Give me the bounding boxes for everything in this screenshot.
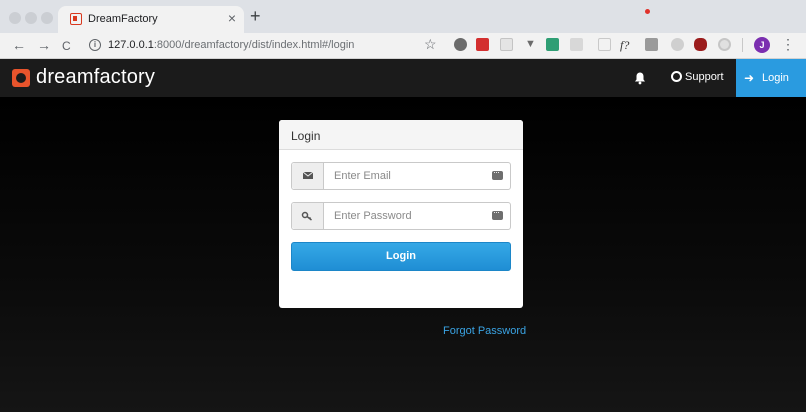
extension-square-icon[interactable] [598,38,611,51]
browser-toolbar: ← → C i 127.0.0.1:8000/dreamfactory/dist… [0,33,806,59]
login-submit-button[interactable]: Login [291,242,511,271]
extension-gear-icon[interactable] [454,38,467,51]
window-zoom-control[interactable] [41,12,53,24]
forgot-password-link[interactable]: Forgot Password [443,325,526,337]
password-input[interactable] [334,210,484,222]
notification-dot [645,9,650,14]
tab-close-icon[interactable]: × [228,10,236,26]
email-field-group [291,162,511,190]
site-info-icon[interactable]: i [89,39,101,51]
dreamfactory-logo-icon[interactable] [12,69,30,87]
extension-lastpass-icon[interactable] [476,38,489,51]
login-panel: Login Login [279,120,523,308]
extension-ring-icon[interactable] [718,38,731,51]
notifications-bell-icon[interactable] [633,71,647,85]
toolbar-divider [742,38,743,52]
login-panel-header: Login [279,120,523,150]
support-label: Support [685,71,724,83]
extension-eyedropper-icon[interactable] [546,38,559,51]
support-link[interactable]: Support [671,71,724,87]
extension-chat-icon[interactable] [570,38,583,51]
browser-menu-icon[interactable]: ⋮ [781,35,795,53]
extension-ublock-icon[interactable] [694,38,707,51]
sign-in-icon: ➜ [744,71,755,85]
life-ring-icon [671,71,682,82]
envelope-icon [302,171,314,179]
new-tab-button[interactable]: + [250,6,261,26]
login-panel-title: Login [291,129,321,143]
window-minimize-control[interactable] [25,12,37,24]
extension-vue-icon[interactable]: ▼ [524,38,537,51]
extension-circle-icon[interactable] [671,38,684,51]
app-navbar: dreamfactory Support [0,59,806,97]
password-field-group [291,202,511,230]
brand-name[interactable]: dreamfactory [36,66,155,89]
password-addon [292,203,324,229]
url-text: 127.0.0.1:8000/dreamfactory/dist/index.h… [108,39,355,51]
extension-robot-icon[interactable] [645,38,658,51]
navbar-login-button[interactable]: ➜ Login [736,59,806,97]
extension-blank-icon[interactable] [500,38,513,51]
extension-fonts-icon[interactable]: f? [620,38,638,52]
password-manager-icon[interactable] [492,167,503,180]
reload-button[interactable]: C [62,37,71,55]
back-button[interactable]: ← [12,36,26,54]
window-close-control[interactable] [9,12,21,24]
browser-tab-strip: DreamFactory × + [0,0,806,33]
email-addon [292,163,324,189]
password-manager-icon[interactable] [492,207,503,220]
address-bar[interactable]: i 127.0.0.1:8000/dreamfactory/dist/index… [84,35,444,56]
profile-avatar[interactable]: J [754,37,770,53]
tab-title: DreamFactory [88,13,158,25]
key-icon [301,211,312,221]
email-input[interactable] [334,170,484,182]
browser-tab-dreamfactory[interactable]: DreamFactory × [58,6,244,33]
dreamfactory-favicon-icon [70,13,82,25]
navbar-login-label: Login [762,72,789,84]
forward-button[interactable]: → [37,36,51,54]
bookmark-star-icon[interactable]: ☆ [424,36,437,53]
